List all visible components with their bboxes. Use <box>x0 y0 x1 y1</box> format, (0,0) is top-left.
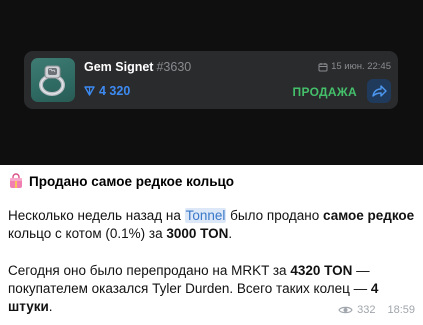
post-title-text: Продано самое редкое кольцо <box>29 173 235 189</box>
post-paragraph-1: Несколько недель назад на Tonnel было пр… <box>8 207 418 243</box>
tonnel-link[interactable]: Tonnel <box>184 208 227 223</box>
eye-icon <box>338 306 353 314</box>
ring-icon <box>39 65 65 96</box>
text-span: Сегодня оно было перепродано на MRKT за <box>8 263 291 278</box>
gift-number: #3630 <box>156 60 192 74</box>
view-count: 332 <box>357 304 376 316</box>
post-media[interactable]: Gem Signet #3630 15 июн. 22:45 4 320 ПРОД… <box>0 0 423 165</box>
gift-date: 15 июн. 22:45 <box>318 61 391 72</box>
post-meta: 332 18:59 <box>338 304 415 316</box>
gift-card[interactable]: Gem Signet #3630 15 июн. 22:45 4 320 ПРОД… <box>24 51 398 109</box>
gift-price: 4 320 <box>84 84 130 98</box>
gift-title: Gem Signet #3630 <box>84 60 191 74</box>
gift-thumbnail[interactable] <box>31 58 75 102</box>
share-icon <box>372 85 387 97</box>
gift-price-value: 4 320 <box>99 84 131 98</box>
bold-text: 4320 TON <box>290 263 353 278</box>
text-span: Несколько недель назад на <box>8 208 185 223</box>
sale-status: ПРОДАЖА <box>292 85 357 99</box>
post-time: 18:59 <box>387 304 415 316</box>
gift-date-text: 15 июн. 22:45 <box>331 61 391 72</box>
calendar-icon <box>318 62 328 71</box>
channel-post: Gem Signet #3630 15 июн. 22:45 4 320 ПРОД… <box>0 0 423 325</box>
shopping-bag-icon <box>8 173 24 189</box>
text-span: . <box>48 299 53 314</box>
bold-text: самое редкое <box>323 208 415 223</box>
text-span: . <box>228 226 233 241</box>
text-span: кольцо с котом (0.1%) за <box>8 226 167 241</box>
share-button[interactable] <box>367 79 391 103</box>
bold-text: 3000 TON <box>166 226 229 241</box>
gift-name: Gem Signet <box>84 60 154 74</box>
post-title: Продано самое редкое кольцо <box>8 173 234 189</box>
ton-icon <box>84 86 95 96</box>
text-span: было продано <box>226 208 324 223</box>
